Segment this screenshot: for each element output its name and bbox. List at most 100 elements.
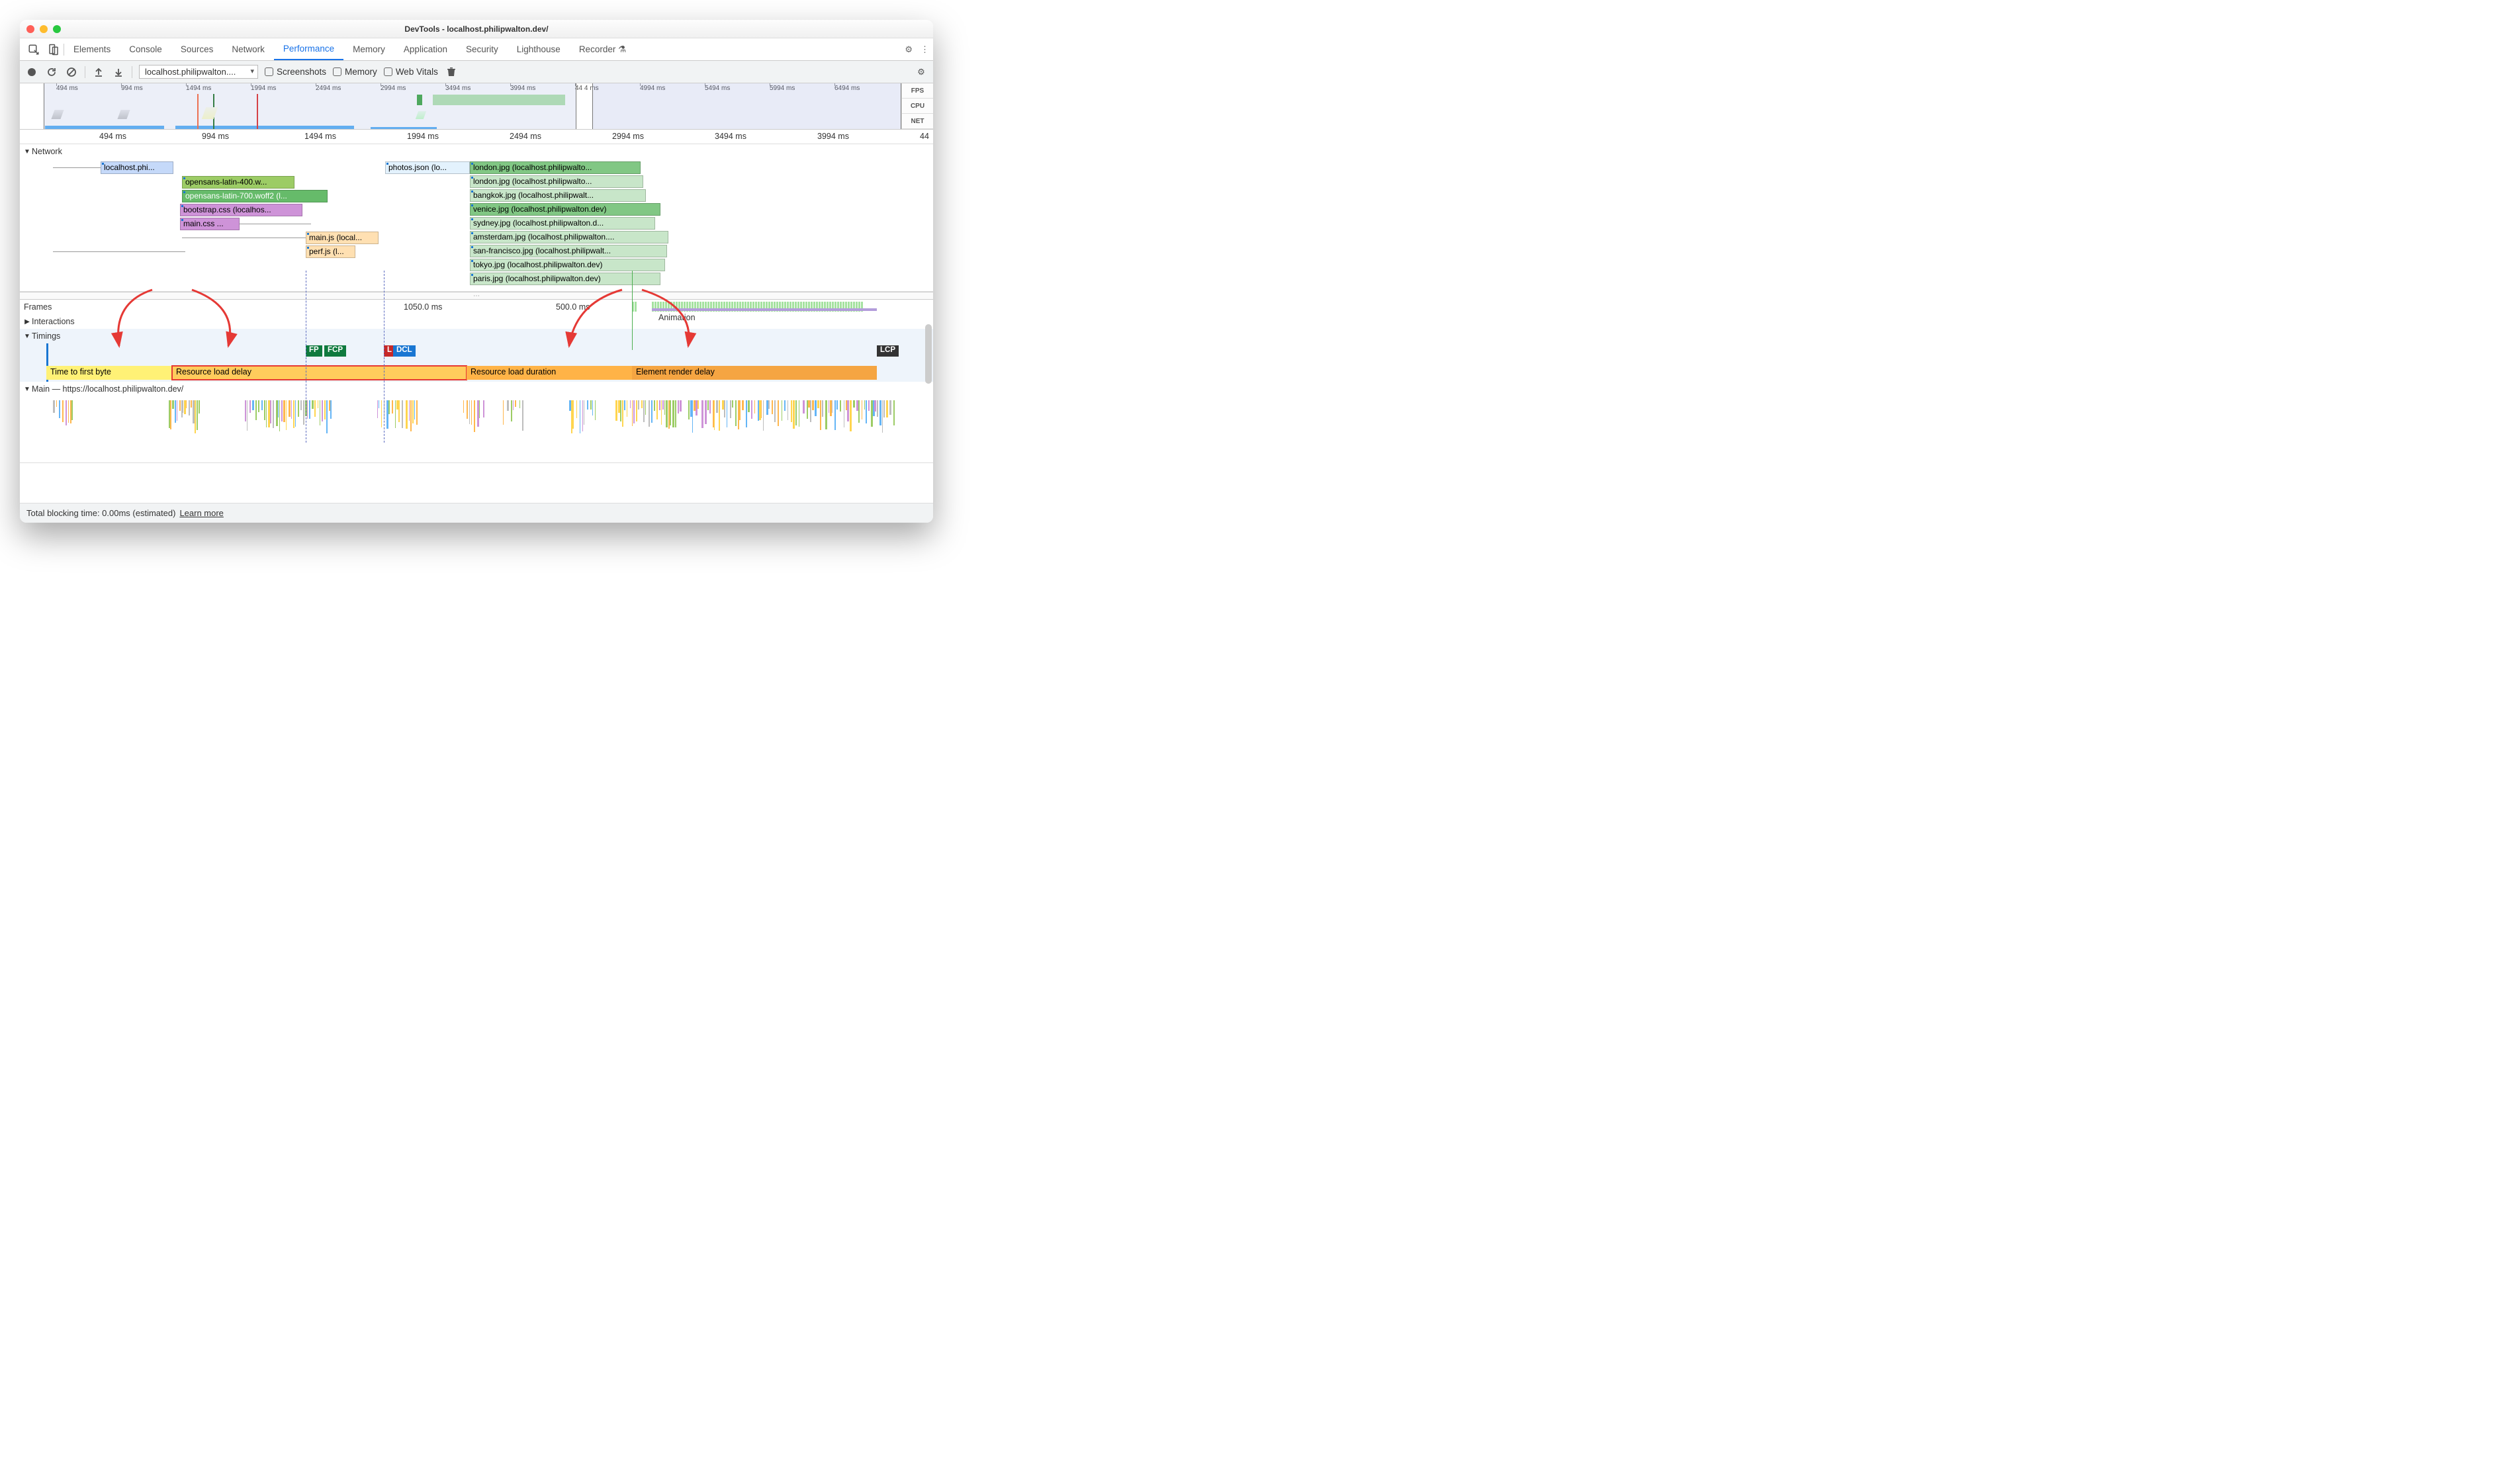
main-thread-header[interactable]: ▼Main — https://localhost.philipwalton.d… bbox=[20, 382, 933, 396]
flame-bar[interactable] bbox=[850, 400, 852, 431]
flame-bar[interactable] bbox=[661, 400, 662, 425]
flame-bar[interactable] bbox=[307, 400, 308, 419]
flame-bar[interactable] bbox=[283, 400, 285, 422]
flame-bar[interactable] bbox=[386, 400, 388, 429]
gear-icon[interactable]: ⚙ bbox=[905, 44, 913, 55]
flame-bar[interactable] bbox=[324, 400, 326, 419]
flame-bar[interactable] bbox=[56, 400, 57, 407]
timing-marker-fcp[interactable]: FCP bbox=[324, 345, 346, 357]
network-request[interactable]: main.css ... bbox=[180, 218, 240, 230]
flame-bar[interactable] bbox=[330, 400, 332, 419]
network-request[interactable]: main.js (local... bbox=[306, 232, 379, 244]
flame-bar[interactable] bbox=[714, 400, 715, 430]
flame-bar[interactable] bbox=[815, 400, 817, 416]
flame-bar[interactable] bbox=[303, 400, 304, 425]
flame-bar[interactable] bbox=[309, 400, 310, 419]
flame-bar[interactable] bbox=[739, 400, 741, 420]
flame-bar[interactable] bbox=[189, 400, 190, 415]
flame-bar[interactable] bbox=[701, 400, 703, 428]
tab-memory[interactable]: Memory bbox=[343, 38, 394, 60]
flame-bar[interactable] bbox=[645, 400, 646, 415]
profile-select[interactable]: localhost.philipwalton.... bbox=[139, 65, 258, 79]
flame-bar[interactable] bbox=[195, 400, 196, 433]
flame-bar[interactable] bbox=[412, 400, 414, 423]
flame-bar[interactable] bbox=[724, 400, 725, 417]
flame-bar[interactable] bbox=[817, 400, 819, 408]
flame-bar[interactable] bbox=[632, 400, 633, 426]
flame-bar[interactable] bbox=[381, 400, 382, 427]
flame-bar[interactable] bbox=[291, 400, 292, 419]
network-request[interactable]: opensans-latin-700.woff2 (l... bbox=[182, 190, 328, 202]
timing-marker-lcp[interactable]: LCP bbox=[877, 345, 899, 357]
flame-bar[interactable] bbox=[716, 400, 717, 413]
network-request[interactable]: tokyo.jpg (localhost.philipwalton.dev) bbox=[470, 259, 665, 271]
flame-bar[interactable] bbox=[742, 400, 744, 410]
flame-bar[interactable] bbox=[864, 400, 865, 410]
flame-bar[interactable] bbox=[746, 400, 747, 427]
close-icon[interactable] bbox=[26, 25, 34, 33]
flame-bar[interactable] bbox=[53, 400, 55, 413]
tab-lighthouse[interactable]: Lighthouse bbox=[508, 38, 570, 60]
network-request[interactable]: london.jpg (localhost.philipwalto... bbox=[470, 161, 641, 174]
flame-bar[interactable] bbox=[71, 400, 72, 420]
flame-bar[interactable] bbox=[836, 400, 838, 410]
network-header[interactable]: ▼Network bbox=[20, 144, 933, 159]
flame-bar[interactable] bbox=[592, 400, 593, 415]
flame-bar[interactable] bbox=[469, 400, 470, 424]
flame-bar[interactable] bbox=[255, 400, 257, 420]
flame-bar[interactable] bbox=[834, 400, 836, 430]
flame-bar[interactable] bbox=[659, 400, 660, 410]
flame-bar[interactable] bbox=[474, 400, 475, 432]
flame-bar[interactable] bbox=[643, 400, 645, 422]
tab-security[interactable]: Security bbox=[457, 38, 508, 60]
overview-timeline[interactable]: 494 ms994 ms1494 ms1994 ms2494 ms2994 ms… bbox=[20, 83, 933, 130]
flame-bar[interactable] bbox=[877, 400, 878, 417]
flame-bar[interactable] bbox=[668, 400, 670, 429]
flame-bar[interactable] bbox=[175, 400, 176, 423]
flame-bar[interactable] bbox=[793, 400, 794, 429]
flame-bar[interactable] bbox=[278, 400, 279, 417]
flame-bar[interactable] bbox=[638, 400, 639, 410]
tab-recorder-[interactable]: Recorder ⚗ bbox=[570, 38, 635, 60]
flame-bar[interactable] bbox=[656, 400, 658, 419]
tab-console[interactable]: Console bbox=[120, 38, 171, 60]
flame-bar[interactable] bbox=[314, 400, 316, 417]
flame-bar[interactable] bbox=[595, 400, 596, 420]
flame-bar[interactable] bbox=[768, 400, 770, 409]
flame-bar[interactable] bbox=[774, 400, 776, 422]
flame-bar[interactable] bbox=[392, 400, 393, 414]
flame-bar[interactable] bbox=[300, 400, 302, 410]
flame-bar[interactable] bbox=[719, 400, 720, 431]
flame-bar[interactable] bbox=[199, 400, 201, 414]
flame-bar[interactable] bbox=[810, 400, 811, 422]
kebab-icon[interactable]: ⋮ bbox=[921, 44, 929, 55]
flame-bar[interactable] bbox=[680, 400, 681, 412]
flame-bar[interactable] bbox=[641, 400, 643, 408]
flame-bar[interactable] bbox=[170, 400, 171, 429]
flame-bar[interactable] bbox=[318, 400, 319, 408]
flame-bar[interactable] bbox=[322, 400, 323, 421]
record-button[interactable] bbox=[25, 65, 38, 79]
tab-elements[interactable]: Elements bbox=[64, 38, 120, 60]
flame-bar[interactable] bbox=[576, 400, 577, 418]
flame-bar[interactable] bbox=[761, 400, 762, 418]
flame-bar[interactable] bbox=[572, 400, 574, 429]
flame-bar[interactable] bbox=[395, 400, 396, 428]
flame-bar[interactable] bbox=[812, 400, 814, 410]
upload-button[interactable] bbox=[92, 65, 105, 79]
device-toggle-icon[interactable] bbox=[44, 44, 64, 56]
flame-bar[interactable] bbox=[649, 400, 650, 427]
network-request[interactable]: localhost.phi... bbox=[101, 161, 173, 174]
flame-bar[interactable] bbox=[258, 400, 259, 412]
flame-bar[interactable] bbox=[503, 400, 504, 425]
tab-sources[interactable]: Sources bbox=[171, 38, 223, 60]
flame-bar[interactable] bbox=[662, 400, 663, 410]
timing-segment[interactable]: Resource load duration bbox=[467, 366, 632, 380]
flame-bar[interactable] bbox=[414, 400, 415, 419]
timing-marker-dcl[interactable]: DCL bbox=[393, 345, 416, 357]
flame-bar[interactable] bbox=[245, 400, 246, 421]
webvitals-checkbox[interactable]: Web Vitals bbox=[384, 67, 438, 77]
flame-bar[interactable] bbox=[587, 400, 588, 410]
flame-bar[interactable] bbox=[748, 400, 750, 412]
flame-bar[interactable] bbox=[68, 400, 69, 423]
